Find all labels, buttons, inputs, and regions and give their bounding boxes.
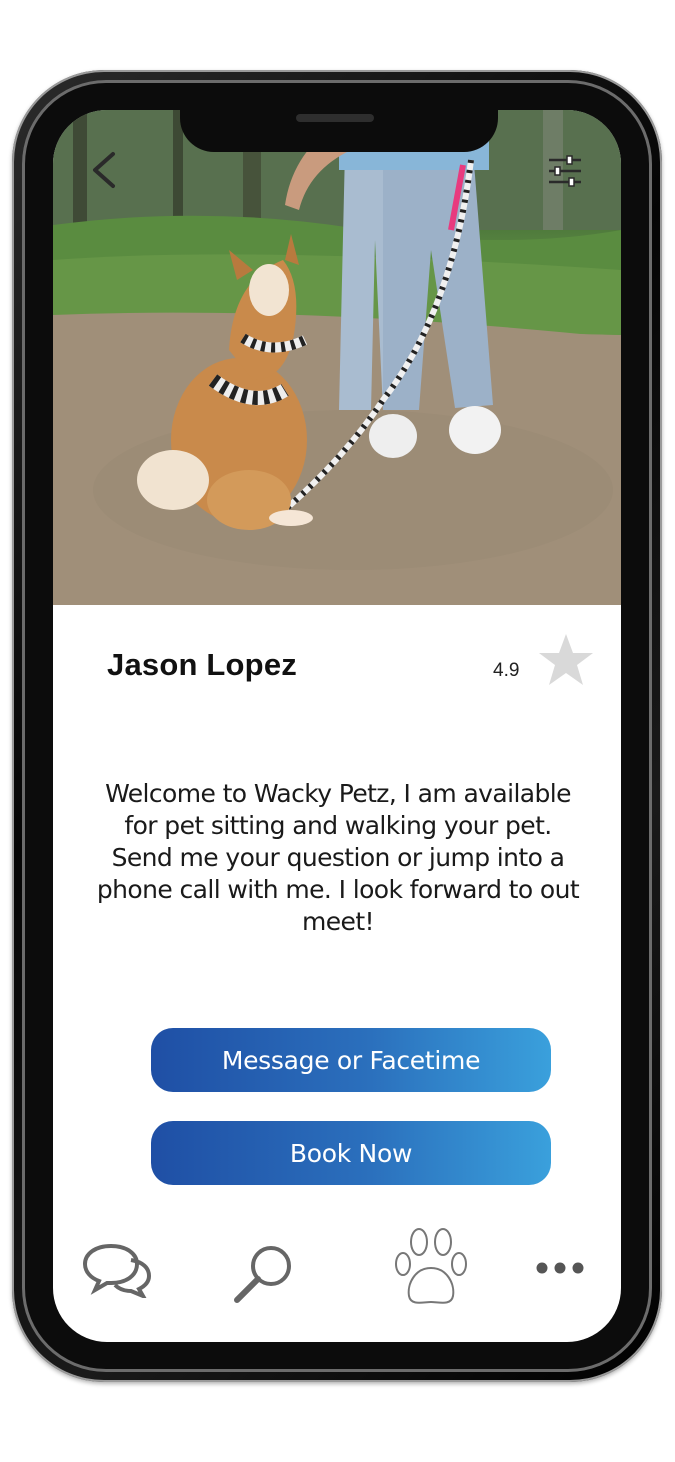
phone-notch	[180, 100, 498, 152]
sitter-name: Jason Lopez	[107, 647, 297, 682]
app-screen: Jason Lopez 4.9 Welcome to Wacky Petz, I…	[53, 110, 621, 1342]
star-icon[interactable]	[537, 632, 595, 688]
book-now-button[interactable]: Book Now	[151, 1121, 551, 1185]
profile-photo	[53, 110, 621, 605]
bottom-tab-bar	[53, 1226, 621, 1316]
message-facetime-button[interactable]: Message or Facetime	[151, 1028, 551, 1092]
chat-bubbles-icon[interactable]	[81, 1240, 153, 1301]
paw-icon[interactable]	[393, 1226, 469, 1310]
search-icon[interactable]	[231, 1242, 297, 1304]
filter-sliders-icon[interactable]	[547, 154, 583, 188]
sitter-bio: Welcome to Wacky Petz, I am available fo…	[96, 779, 580, 936]
more-icon[interactable]	[535, 1260, 585, 1276]
back-chevron-icon[interactable]	[89, 150, 119, 190]
rating-value: 4.9	[493, 660, 520, 681]
phone-speaker	[296, 114, 374, 122]
dog-walk-photo	[53, 110, 621, 605]
